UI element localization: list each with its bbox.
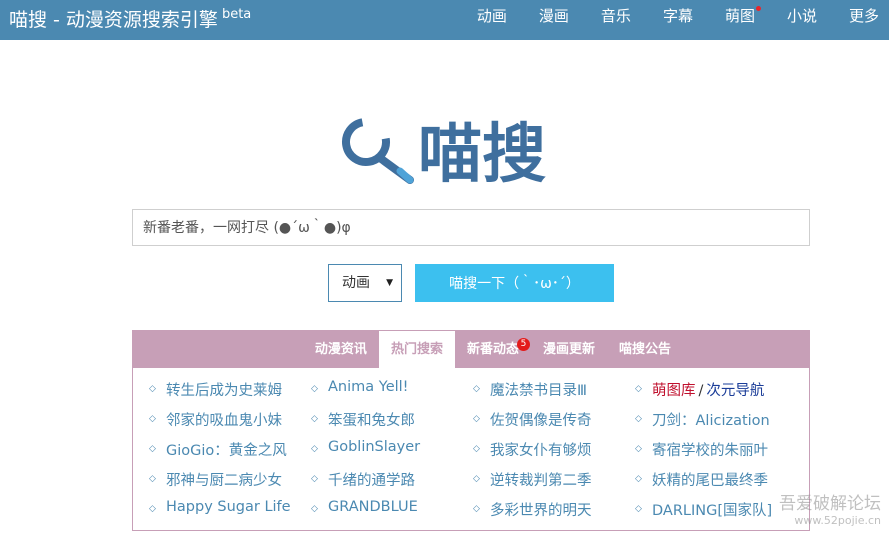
content-panel: 动漫资讯热门搜索新番动态5漫画更新喵搜公告 转生后成为史莱姆邻家的吸血鬼小妹Gi… <box>132 330 810 531</box>
hot-search-item[interactable]: GoblinSlayer <box>311 439 420 455</box>
nav-item-label: 漫画 <box>538 7 569 25</box>
main-nav: 动画 漫画 音乐 字幕 萌图 小说 更多 <box>455 0 889 40</box>
hot-search-grid: 转生后成为史莱姆邻家的吸血鬼小妹 GioGio：黄金之风邪神与厨二病少女 Happy… <box>133 368 809 530</box>
nav-item[interactable]: 萌图 <box>703 0 765 40</box>
nav-item-label: 动画 <box>476 7 507 25</box>
hot-search-item[interactable]: 转生后成为史莱姆 <box>149 379 282 400</box>
panel-tab[interactable]: 动漫资讯 <box>303 331 379 368</box>
hot-search-item[interactable]: 妖精的尾巴最终季 <box>635 469 768 490</box>
category-select[interactable]: 动画 ▼ <box>328 264 402 302</box>
beta-label: beta <box>221 7 252 22</box>
hot-search-item[interactable]: 多彩世界的明天 <box>473 499 591 520</box>
nav-item-label: 字幕 <box>662 7 693 25</box>
nav-item-label: 小说 <box>786 7 817 25</box>
site-brand[interactable]: 喵搜 - 动漫资源搜索引擎 beta <box>9 5 251 32</box>
hot-search-item[interactable]: 邻家的吸血鬼小妹 <box>149 409 282 430</box>
panel-tab-label: 漫画更新 <box>542 342 595 357</box>
hot-search-item[interactable]: 寄宿学校的朱丽叶 <box>635 439 768 460</box>
watermark-text: 吾爱破解论坛 <box>779 494 881 514</box>
hot-search-item[interactable]: DARLING[国家队] <box>635 499 772 520</box>
nav-item[interactable]: 漫画 <box>517 0 579 40</box>
panel-tab[interactable]: 新番动态 5 <box>455 331 531 368</box>
nav-item[interactable]: 动画 <box>455 0 517 40</box>
panel-tab-label: 喵搜公告 <box>618 342 671 357</box>
panel-tabs: 动漫资讯 热门搜索 新番动态 5 漫画更新 喵搜公告 <box>133 331 809 368</box>
magnifier-logo-icon <box>342 118 414 184</box>
dimension-nav-link[interactable]: 次元导航 <box>706 383 764 399</box>
panel-tab-label: 新番动态 <box>466 342 519 357</box>
hot-search-item[interactable]: Happy Sugar Life <box>149 499 291 515</box>
hot-search-item[interactable]: 我家女仆有够烦 <box>473 439 591 460</box>
nav-item[interactable]: 小说 <box>765 0 827 40</box>
search-button[interactable]: 喵搜一下（｀･ω･´） <box>415 264 614 302</box>
notification-dot-icon <box>755 6 761 11</box>
hot-search-item[interactable]: 刀剑：Alicization <box>635 409 770 430</box>
watermark-url: www.52pojie.cn <box>794 514 881 527</box>
link-pair[interactable]: 萌图库/次元导航 <box>635 379 764 400</box>
nav-item[interactable]: 更多 <box>827 0 889 40</box>
top-navbar: 喵搜 - 动漫资源搜索引擎 beta 动画 漫画 音乐 字幕 萌图 小说 更多 <box>0 0 889 40</box>
search-input[interactable] <box>132 209 810 246</box>
category-select-value: 动画 <box>342 275 370 291</box>
hot-search-item[interactable]: 千绪的通学路 <box>311 469 415 490</box>
hot-search-item[interactable]: GRANDBLUE <box>311 499 418 515</box>
nav-item[interactable]: 音乐 <box>579 0 641 40</box>
count-badge: 5 <box>516 338 530 351</box>
nav-item[interactable]: 字幕 <box>641 0 703 40</box>
nav-item-label: 音乐 <box>600 7 631 25</box>
link-separator: / <box>698 383 704 399</box>
hot-search-item[interactable]: 魔法禁书目录Ⅲ <box>473 379 587 400</box>
logo-text: 喵搜 <box>418 118 546 192</box>
hot-search-item[interactable]: 笨蛋和兔女郎 <box>311 409 415 430</box>
site-logo: 喵搜 <box>342 118 546 192</box>
panel-tab[interactable]: 漫画更新 <box>531 331 607 368</box>
nav-item-label: 萌图 <box>724 7 755 25</box>
chevron-down-icon: ▼ <box>386 278 393 288</box>
panel-tab[interactable]: 喵搜公告 <box>607 331 683 368</box>
panel-tab[interactable]: 热门搜索 <box>378 331 455 368</box>
moe-image-link[interactable]: 萌图库 <box>652 383 696 399</box>
nav-item-label: 更多 <box>848 7 879 25</box>
brand-title: 喵搜 - 动漫资源搜索引擎 <box>9 9 218 31</box>
hot-search-item[interactable]: 邪神与厨二病少女 <box>149 469 282 490</box>
hot-search-item[interactable]: GioGio：黄金之风 <box>149 439 287 460</box>
panel-tab-label: 热门搜索 <box>390 342 443 357</box>
hot-search-item[interactable]: Anima Yell! <box>311 379 409 395</box>
hot-search-item[interactable]: 佐贺偶像是传奇 <box>473 409 591 430</box>
watermark: 吾爱破解论坛 www.52pojie.cn <box>779 494 881 528</box>
hot-search-item[interactable]: 逆转裁判第二季 <box>473 469 591 490</box>
panel-tab-label: 动漫资讯 <box>314 342 367 357</box>
